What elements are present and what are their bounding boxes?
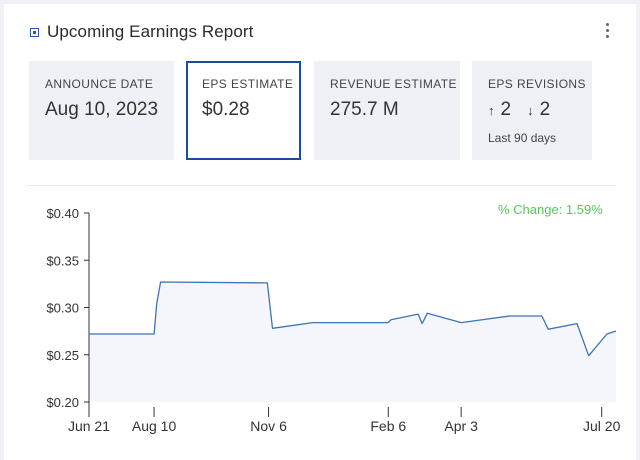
tile-label: EPS REVISIONS — [488, 77, 586, 91]
tile-label: EPS ESTIMATE — [202, 77, 293, 91]
tile-announce-date[interactable]: ANNOUNCE DATE Aug 10, 2023 — [29, 61, 174, 160]
arrow-up-icon: ↑ — [488, 103, 495, 118]
tile-label: REVENUE ESTIMATE — [330, 77, 457, 91]
revisions-up-count: 2 — [501, 99, 512, 121]
revisions-period: Last 90 days — [488, 131, 556, 145]
x-tick-label: Feb 6 — [370, 418, 406, 434]
eps-history-chart: $0.40 $0.35 $0.30 $0.25 $0.20 Jun 21 Aug 10 Nov… — [0, 190, 640, 456]
section-divider — [26, 185, 616, 186]
tile-label: ANNOUNCE DATE — [45, 77, 153, 91]
card-title: Upcoming Earnings Report — [47, 22, 254, 42]
y-tick-label: $0.30 — [46, 301, 79, 316]
x-tick-label: Jul 20 — [583, 418, 621, 434]
tile-eps-estimate[interactable]: EPS ESTIMATE $0.28 — [186, 61, 301, 160]
x-tick-label: Nov 6 — [250, 418, 287, 434]
square-logo-icon — [30, 28, 39, 37]
y-tick-label: $0.20 — [46, 395, 79, 410]
y-tick-label: $0.25 — [46, 348, 79, 363]
arrow-down-icon: ↓ — [527, 103, 534, 118]
revenue-estimate-value: 275.7 M — [330, 99, 399, 121]
revisions-down-count: 2 — [540, 99, 551, 121]
card-header: Upcoming Earnings Report — [30, 20, 254, 44]
eps-estimate-value: $0.28 — [202, 99, 250, 121]
series-area — [89, 282, 616, 402]
y-tick-label: $0.35 — [46, 253, 79, 268]
announce-date-value: Aug 10, 2023 — [45, 99, 158, 121]
kebab-menu-icon[interactable] — [600, 18, 614, 42]
x-tick-label: Aug 10 — [132, 418, 177, 434]
y-tick-label: $0.40 — [46, 206, 79, 221]
x-tick-label: Jun 21 — [68, 418, 110, 434]
x-tick-label: Apr 3 — [444, 418, 478, 434]
revisions-values: ↑ 2 ↓ 2 — [488, 99, 560, 121]
tile-eps-revisions[interactable]: EPS REVISIONS ↑ 2 ↓ 2 Last 90 days — [472, 61, 592, 160]
tile-revenue-estimate[interactable]: REVENUE ESTIMATE 275.7 M — [314, 61, 460, 160]
